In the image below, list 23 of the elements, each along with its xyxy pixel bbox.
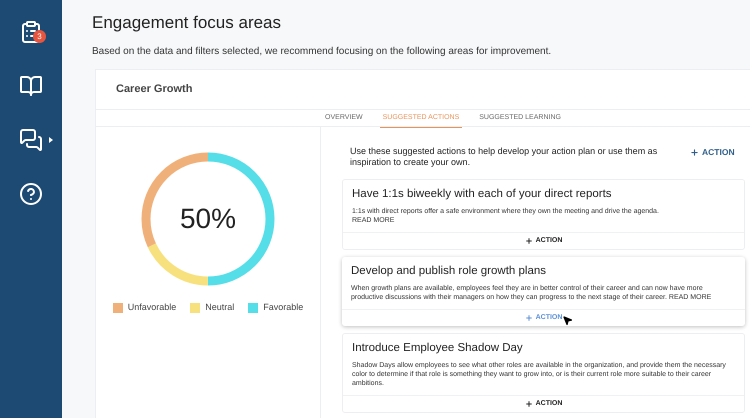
chat-icon — [19, 128, 43, 152]
help-icon — [19, 182, 43, 206]
legend-label: Unfavorable — [128, 301, 176, 314]
action-title: Introduce Employee Shadow Day — [352, 341, 524, 356]
intro-text: Use these suggested actions to help develop your action plan or use them as inspiration to create your own. — [350, 146, 658, 168]
clipboard-icon — [19, 20, 43, 44]
plus-icon — [524, 237, 533, 245]
plus-icon — [690, 148, 699, 157]
action-title: Have 1:1s biweekly with each of your direct reports — [352, 187, 613, 202]
action-title: Develop and publish role growth plans — [351, 264, 547, 279]
plus-icon — [524, 400, 533, 408]
cursor-icon — [562, 315, 573, 326]
plus-icon — [524, 314, 533, 322]
page-subtitle: Based on the data and filters selected, we recommend focusing on the following areas for improvement. — [92, 45, 552, 59]
notification-badge: 3 — [33, 30, 46, 43]
book-icon — [19, 74, 43, 98]
add-action-button[interactable]: ACTION — [690, 146, 735, 159]
page-title: Engagement focus areas — [92, 12, 282, 34]
sidebar-item[interactable]: 3 — [11, 14, 51, 50]
legend-label: Neutral — [205, 301, 234, 314]
score-percentage: 50% — [180, 202, 236, 236]
card-title: Career Growth — [116, 82, 192, 98]
legend-label: Favorable — [263, 301, 304, 314]
